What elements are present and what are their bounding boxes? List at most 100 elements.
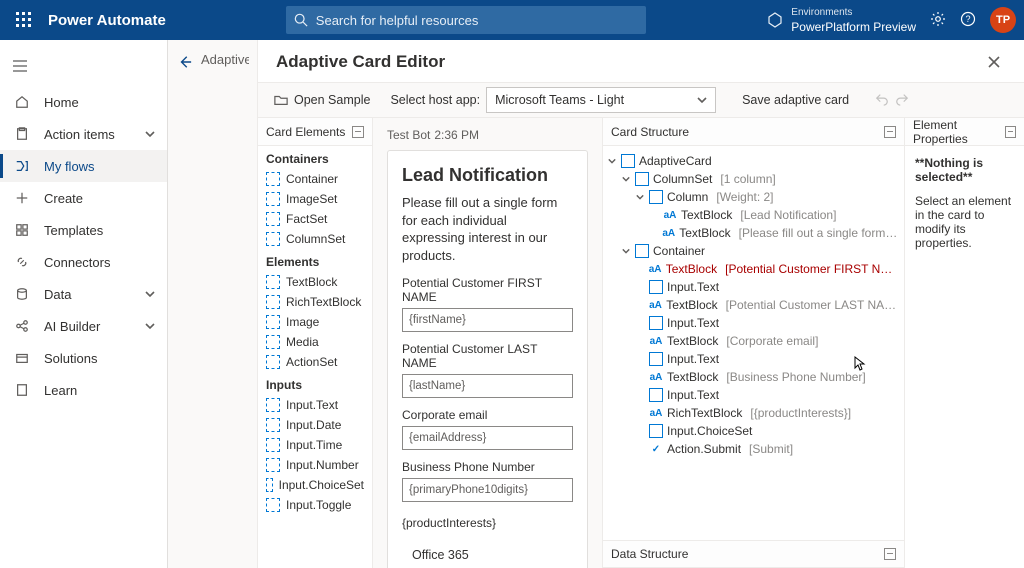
tree-node-input-text[interactable]: Input.Text <box>607 350 900 368</box>
element-group-title: Elements <box>258 249 372 272</box>
link-icon <box>14 255 30 269</box>
text-icon: aA <box>662 226 675 240</box>
element-imageset[interactable]: ImageSet <box>258 189 372 209</box>
card-structure-title: Card Structure <box>611 125 689 139</box>
element-input-number[interactable]: Input.Number <box>258 455 372 475</box>
element-properties-panel: Element Properties **Nothing is selected… <box>904 118 1024 568</box>
field-input[interactable] <box>402 308 573 332</box>
nav-item-connectors[interactable]: Connectors <box>0 246 167 278</box>
twisty-icon[interactable] <box>635 193 645 201</box>
tree-node-input-text[interactable]: Input.Text <box>607 314 900 332</box>
element-factset[interactable]: FactSet <box>258 209 372 229</box>
host-app-dropdown[interactable]: Microsoft Teams - Light <box>486 87 716 113</box>
tree-node-input-choiceset[interactable]: Input.ChoiceSet <box>607 422 900 440</box>
element-textblock[interactable]: TextBlock <box>258 272 372 292</box>
tree-node-name: Action.Submit <box>667 442 741 456</box>
host-value: Microsoft Teams - Light <box>495 93 624 107</box>
element-label: TextBlock <box>286 275 337 289</box>
element-icon <box>266 192 280 206</box>
element-input-text[interactable]: Input.Text <box>258 395 372 415</box>
clipboard-icon <box>14 127 30 141</box>
tree-node-textblock[interactable]: aATextBlock[Potential Customer LAST NAME… <box>607 296 900 314</box>
nav-item-action-items[interactable]: Action items <box>0 118 167 150</box>
help-icon[interactable]: ? <box>960 11 976 30</box>
nav-item-solutions[interactable]: Solutions <box>0 342 167 374</box>
settings-icon[interactable] <box>930 11 946 30</box>
tree-node-textblock[interactable]: aATextBlock[Potential Customer FIRST NAM… <box>607 260 900 278</box>
nav-item-ai-builder[interactable]: AI Builder <box>0 310 167 342</box>
nav-item-templates[interactable]: Templates <box>0 214 167 246</box>
tree-node-desc: [Weight: 2] <box>716 190 773 204</box>
nav-item-my-flows[interactable]: My flows <box>0 150 167 182</box>
tree-node-action-submit[interactable]: ✓Action.Submit[Submit] <box>607 440 900 458</box>
search-input[interactable] <box>316 13 638 28</box>
collapse-panel-icon[interactable] <box>352 126 364 138</box>
environment-picker[interactable]: Environments PowerPlatform Preview <box>767 6 916 34</box>
nav-label: Home <box>44 95 155 110</box>
element-columnset[interactable]: ColumnSet <box>258 229 372 249</box>
element-input-toggle[interactable]: Input.Toggle <box>258 495 372 515</box>
tree-node-input-text[interactable]: Input.Text <box>607 278 900 296</box>
element-media[interactable]: Media <box>258 332 372 352</box>
text-icon: aA <box>649 298 663 312</box>
plus-icon <box>14 191 30 205</box>
collapse-panel-icon[interactable] <box>1005 126 1016 138</box>
tree-node-input-text[interactable]: Input.Text <box>607 386 900 404</box>
field-input[interactable] <box>402 426 573 450</box>
folder-icon <box>274 93 288 107</box>
element-icon <box>266 295 280 309</box>
field-input[interactable] <box>402 374 573 398</box>
nav-item-data[interactable]: Data <box>0 278 167 310</box>
avatar[interactable]: TP <box>990 7 1016 33</box>
app-launcher-icon[interactable] <box>8 4 40 36</box>
element-image[interactable]: Image <box>258 312 372 332</box>
tree-node-name: TextBlock <box>666 262 717 276</box>
element-actionset[interactable]: ActionSet <box>258 352 372 372</box>
twisty-icon[interactable] <box>607 157 617 165</box>
twisty-icon[interactable] <box>621 175 631 183</box>
tree-node-textblock[interactable]: aATextBlock[Corporate email] <box>607 332 900 350</box>
element-container[interactable]: Container <box>258 169 372 189</box>
element-input-choiceset[interactable]: Input.ChoiceSet <box>258 475 372 495</box>
open-sample-button[interactable]: Open Sample <box>268 89 376 111</box>
save-adaptive-card-button[interactable]: Save adaptive card <box>736 89 855 111</box>
container-icon <box>649 190 663 204</box>
tree-node-textblock[interactable]: aATextBlock[Please fill out a single for… <box>607 224 900 242</box>
nav-label: Templates <box>44 223 155 238</box>
nav-label: Create <box>44 191 155 206</box>
element-label: Media <box>286 335 319 349</box>
close-icon[interactable] <box>982 50 1006 74</box>
hamburger-icon[interactable] <box>0 46 40 86</box>
twisty-icon[interactable] <box>621 247 631 255</box>
nav-item-learn[interactable]: Learn <box>0 374 167 406</box>
card-structure-panel: Card Structure AdaptiveCardColumnSet[1 c… <box>603 118 904 568</box>
left-nav: Home Action items My flows Create Templa… <box>0 40 168 568</box>
action-icon: ✓ <box>649 442 663 456</box>
tree-node-desc: [Potential Customer LAST NAME] <box>726 298 900 312</box>
tree-node-richtextblock[interactable]: aARichTextBlock[{productInterests}] <box>607 404 900 422</box>
back-arrow-icon[interactable] <box>176 52 195 72</box>
container-icon <box>635 244 649 258</box>
tree-node-container[interactable]: Container <box>607 242 900 260</box>
element-input-time[interactable]: Input.Time <box>258 435 372 455</box>
collapse-panel-icon[interactable] <box>884 126 896 138</box>
redo-icon <box>895 92 909 109</box>
field-input[interactable] <box>402 478 573 502</box>
tree-node-desc: [{productInterests}] <box>750 406 851 420</box>
tree-node-textblock[interactable]: aATextBlock[Business Phone Number] <box>607 368 900 386</box>
search-box[interactable] <box>286 6 646 34</box>
tree-node-columnset[interactable]: ColumnSet[1 column] <box>607 170 900 188</box>
breadcrumb-pane: Adaptive <box>168 40 258 568</box>
element-input-date[interactable]: Input.Date <box>258 415 372 435</box>
nav-item-home[interactable]: Home <box>0 86 167 118</box>
interest-option[interactable]: Office 365 <box>412 548 573 562</box>
tree-node-adaptivecard[interactable]: AdaptiveCard <box>607 152 900 170</box>
field-label: Business Phone Number <box>402 460 573 474</box>
collapse-panel-icon[interactable] <box>884 548 896 560</box>
tree-node-name: Input.Text <box>667 280 719 294</box>
tree-node-textblock[interactable]: aATextBlock[Lead Notification] <box>607 206 900 224</box>
nav-item-create[interactable]: Create <box>0 182 167 214</box>
tree-node-column[interactable]: Column[Weight: 2] <box>607 188 900 206</box>
card-elements-panel: Card Elements ContainersContainerImageSe… <box>258 118 373 568</box>
element-richtextblock[interactable]: RichTextBlock <box>258 292 372 312</box>
